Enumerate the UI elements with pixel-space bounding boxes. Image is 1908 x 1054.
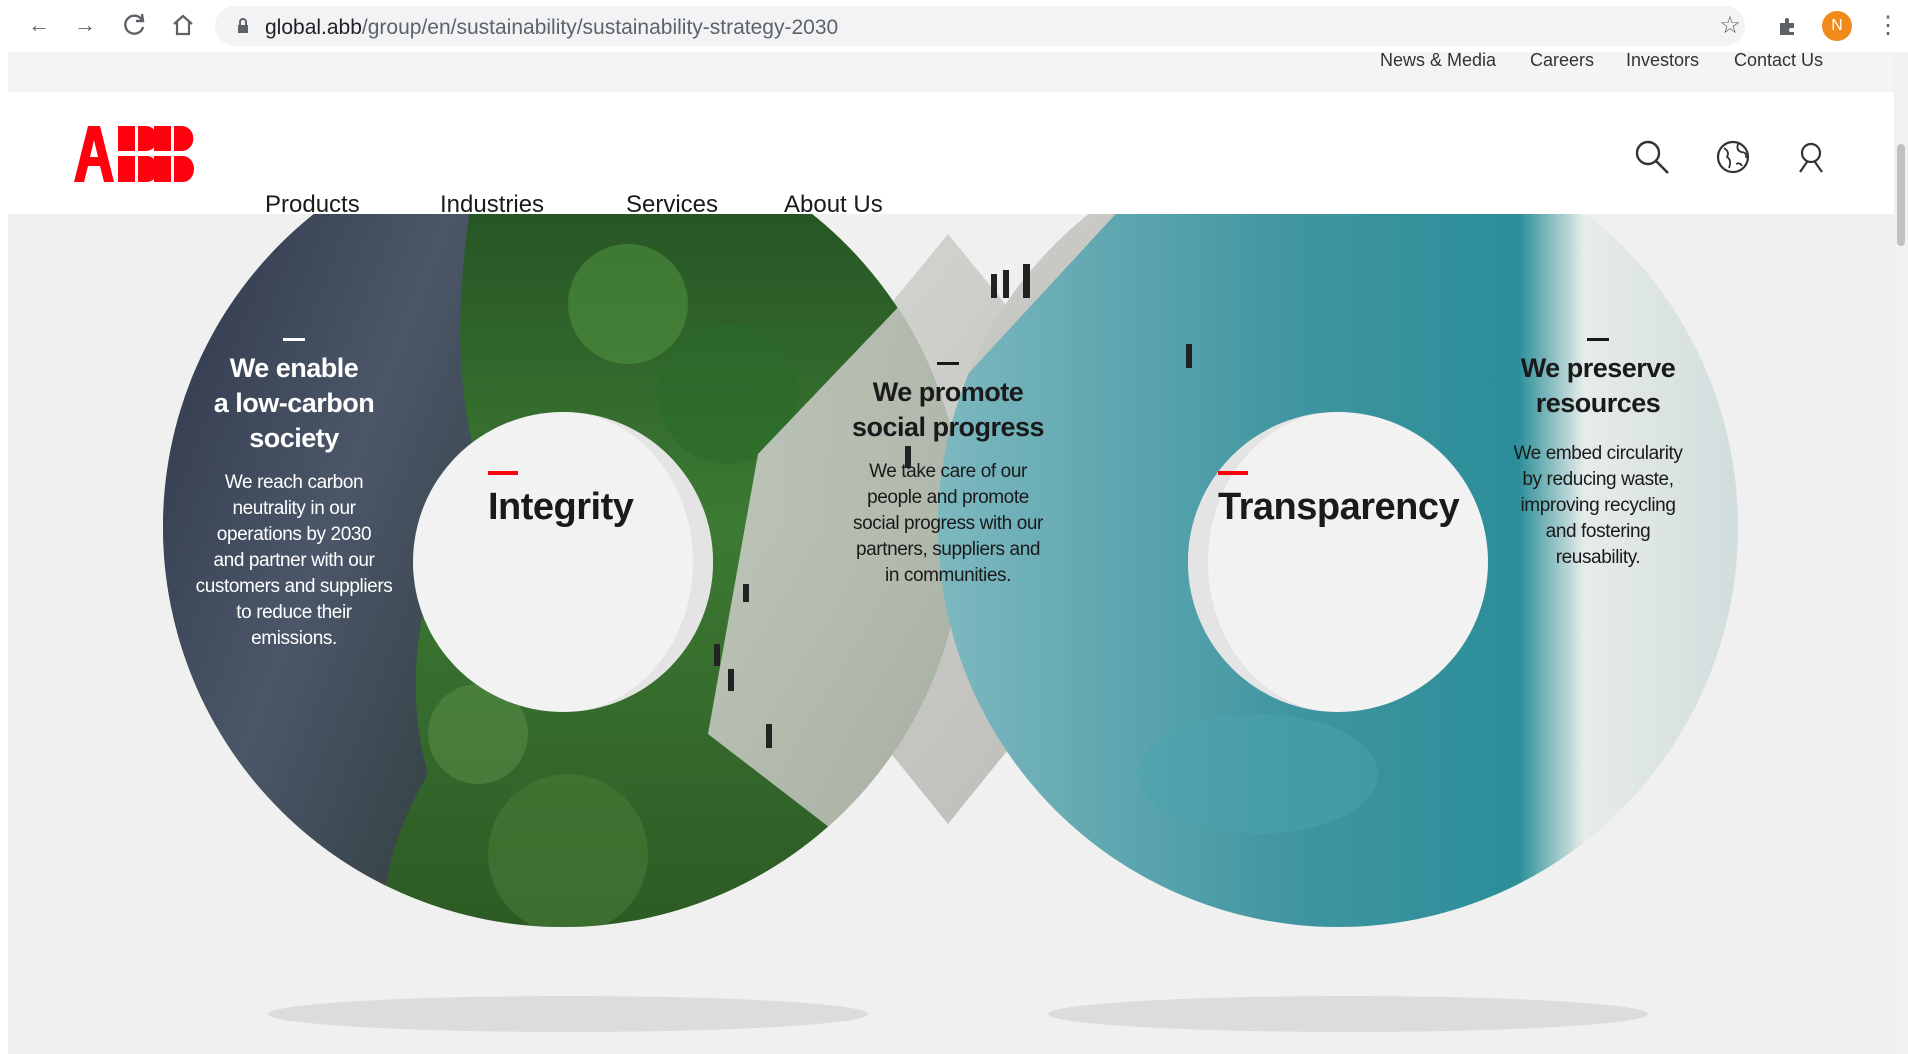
low-carbon-heading-line2: a low-carbon bbox=[213, 388, 375, 418]
preserve-resources-body-line4: and fostering bbox=[1545, 521, 1651, 542]
preserve-resources-dash bbox=[1587, 338, 1609, 341]
low-carbon-body-line2: neutrality in our bbox=[232, 498, 356, 519]
address-bar[interactable]: global.abb/group/en/sustainability/susta… bbox=[215, 6, 1745, 46]
utility-nav: News & Media Careers Investors Contact U… bbox=[8, 52, 1894, 92]
star-icon[interactable]: ☆ bbox=[1714, 10, 1746, 42]
low-carbon-body-line6: to reduce their bbox=[236, 602, 352, 623]
browser-toolbar: ← → global.abb/group/en/sustainability/s… bbox=[0, 0, 1908, 52]
back-arrow-icon[interactable]: ← bbox=[24, 10, 54, 40]
preserve-resources-heading-line1: We preserve bbox=[1520, 353, 1676, 383]
low-carbon-body-line1: We reach carbon bbox=[224, 472, 364, 493]
utility-link-careers[interactable]: Careers bbox=[1530, 52, 1594, 71]
social-progress-heading-line1: We promote bbox=[872, 377, 1024, 407]
utility-link-investors[interactable]: Investors bbox=[1626, 52, 1699, 71]
utility-link-news-media[interactable]: News & Media bbox=[1380, 52, 1496, 71]
sustainability-hero: We enable a low-carbon society We reach … bbox=[8, 214, 1894, 1054]
forward-arrow-icon[interactable]: → bbox=[70, 10, 100, 40]
social-progress-heading-line2: social progress bbox=[851, 412, 1045, 442]
reload-icon[interactable] bbox=[120, 10, 150, 40]
url-host: global.abb bbox=[265, 16, 362, 39]
low-carbon-heading-line3: society bbox=[249, 423, 339, 453]
low-carbon-body-line4: and partner with our bbox=[213, 550, 375, 571]
low-carbon-body-line7: emissions. bbox=[251, 628, 337, 649]
utility-link-contact-us[interactable]: Contact Us bbox=[1734, 52, 1823, 71]
preserve-resources-block: We preserve resources We embed circulari… bbox=[1488, 338, 1708, 571]
search-icon[interactable] bbox=[1633, 138, 1671, 176]
social-progress-body-line2: people and promote bbox=[867, 487, 1029, 508]
preserve-resources-body-line5: reusability. bbox=[1555, 547, 1641, 568]
globe-icon[interactable] bbox=[1714, 138, 1752, 176]
social-progress-body-line3: social progress with our bbox=[853, 513, 1043, 534]
social-progress-body-line1: We take care of our bbox=[869, 461, 1027, 482]
low-carbon-body-line5: customers and suppliers bbox=[195, 576, 393, 597]
social-progress-block: We promote social progress We take care … bbox=[818, 362, 1078, 589]
page-viewport: News & Media Careers Investors Contact U… bbox=[8, 52, 1894, 1054]
preserve-resources-body-line3: improving recycling bbox=[1520, 495, 1676, 516]
abb-logo[interactable] bbox=[74, 126, 194, 182]
main-navigation: Products Industries Services About Us bbox=[8, 92, 1894, 218]
home-icon[interactable] bbox=[168, 10, 198, 40]
low-carbon-body-line3: operations by 2030 bbox=[216, 524, 372, 545]
user-icon[interactable] bbox=[1792, 138, 1830, 176]
lock-icon bbox=[238, 18, 248, 33]
url-text: global.abb/group/en/sustainability/susta… bbox=[265, 16, 838, 40]
social-progress-dash bbox=[937, 362, 959, 365]
low-carbon-block: We enable a low-carbon society We reach … bbox=[174, 338, 414, 652]
browser-menu-icon[interactable]: ⋮ bbox=[1876, 10, 1900, 42]
url-path: /group/en/sustainability/sustainability-… bbox=[361, 16, 839, 39]
page-scrollbar[interactable] bbox=[1894, 52, 1908, 1054]
profile-avatar[interactable]: N bbox=[1822, 11, 1852, 41]
transparency-red-dash bbox=[1218, 471, 1248, 475]
low-carbon-dash bbox=[283, 338, 305, 341]
integrity-red-dash bbox=[488, 471, 518, 475]
scrollbar-thumb[interactable] bbox=[1897, 144, 1905, 246]
social-progress-body-line4: partners, suppliers and bbox=[855, 539, 1041, 560]
integrity-label: Integrity bbox=[488, 486, 634, 528]
preserve-resources-body-line1: We embed circularity bbox=[1513, 443, 1683, 464]
transparency-label: Transparency bbox=[1218, 486, 1460, 528]
preserve-resources-heading-line2: resources bbox=[1535, 388, 1661, 418]
social-progress-body-line5: in communities. bbox=[885, 565, 1011, 586]
preserve-resources-body-line2: by reducing waste, bbox=[1522, 469, 1674, 490]
low-carbon-heading-line1: We enable bbox=[229, 353, 359, 383]
extensions-icon[interactable] bbox=[1772, 10, 1804, 42]
